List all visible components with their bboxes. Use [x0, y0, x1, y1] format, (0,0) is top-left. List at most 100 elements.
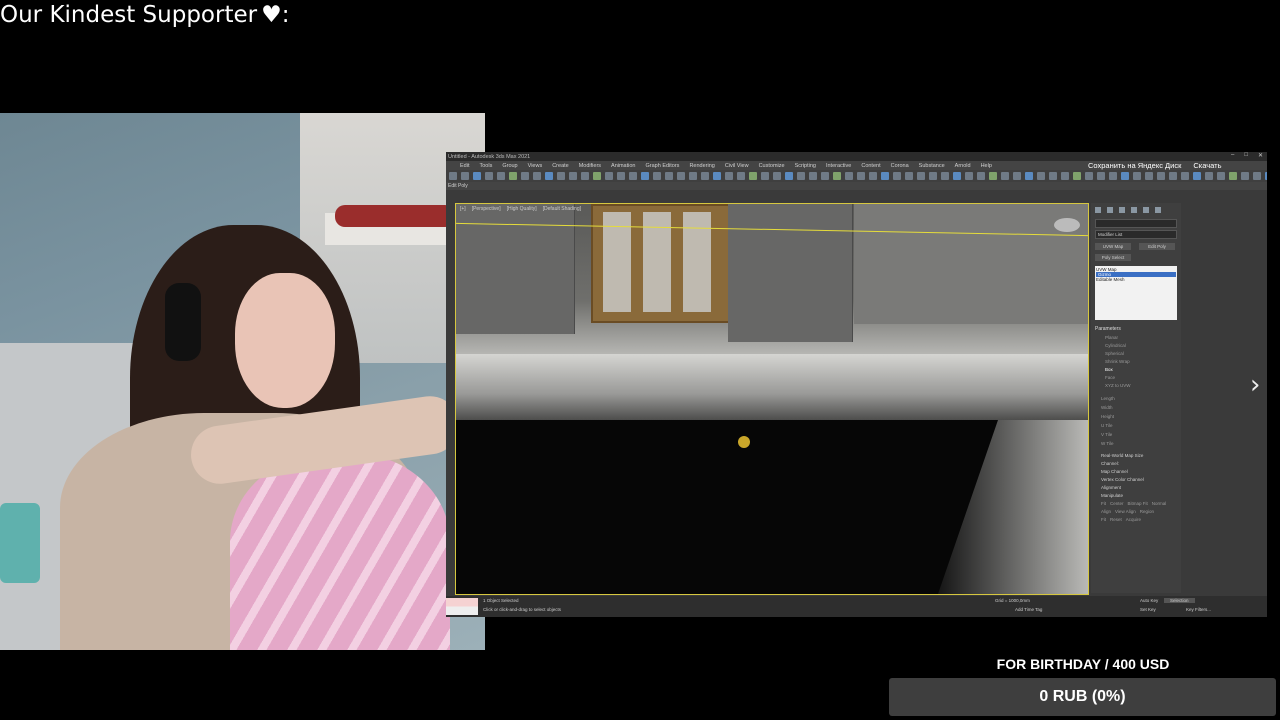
toolbar-tool-icon[interactable]	[989, 172, 997, 180]
toolbar-tool-icon[interactable]	[1241, 172, 1249, 180]
create-tab-icon[interactable]	[1095, 207, 1101, 213]
motion-tab-icon[interactable]	[1131, 207, 1137, 213]
toolbar-tool-icon[interactable]	[821, 172, 829, 180]
edit-poly-button[interactable]: Edit Poly	[1139, 243, 1175, 250]
display-tab-icon[interactable]	[1143, 207, 1149, 213]
menu-item-content[interactable]: Content	[861, 163, 880, 169]
toolbar-tool-icon[interactable]	[485, 172, 493, 180]
toolbar-tool-icon[interactable]	[1217, 172, 1225, 180]
toolbar-tool-icon[interactable]	[1145, 172, 1153, 180]
menu-item-create[interactable]: Create	[552, 163, 569, 169]
toolbar-tool-icon[interactable]	[857, 172, 865, 180]
toolbar-tool-icon[interactable]	[1037, 172, 1045, 180]
mapping-radio[interactable]: Shrink Wrap	[1105, 358, 1181, 366]
align-button[interactable]: Fit	[1101, 501, 1106, 506]
toolbar-tool-icon[interactable]	[905, 172, 913, 180]
toolbar-tool-icon[interactable]	[737, 172, 745, 180]
toolbar-tool-icon[interactable]	[1085, 172, 1093, 180]
viewport-quality-label[interactable]: [High Quality]	[507, 206, 537, 212]
menu-item-modifiers[interactable]: Modifiers	[579, 163, 601, 169]
param-control[interactable]: Alignment	[1101, 484, 1181, 492]
toolbar-tool-icon[interactable]	[593, 172, 601, 180]
toolbar-tool-icon[interactable]	[1097, 172, 1105, 180]
toolbar-tool-icon[interactable]	[569, 172, 577, 180]
toolbar-tool-icon[interactable]	[1061, 172, 1069, 180]
utilities-tab-icon[interactable]	[1155, 207, 1161, 213]
toolbar-tool-icon[interactable]	[713, 172, 721, 180]
menu-item-substance[interactable]: Substance	[919, 163, 945, 169]
param-control[interactable]: Vertex Color Channel	[1101, 476, 1181, 484]
toolbar-tool-icon[interactable]	[701, 172, 709, 180]
toolbar-tool-icon[interactable]	[977, 172, 985, 180]
toolbar-tool-icon[interactable]	[1109, 172, 1117, 180]
auto-key-button[interactable]: Auto Key	[1140, 598, 1158, 603]
toolbar-tool-icon[interactable]	[1157, 172, 1165, 180]
toolbar-tool-icon[interactable]	[629, 172, 637, 180]
menu-item-edit[interactable]: Edit	[460, 163, 469, 169]
viewcube-icon[interactable]	[1054, 218, 1080, 232]
key-filters-button[interactable]: Key Filters...	[1186, 607, 1211, 612]
toolbar-tool-icon[interactable]	[749, 172, 757, 180]
close-icon[interactable]: ✕	[1258, 152, 1263, 159]
menu-item-group[interactable]: Group	[502, 163, 517, 169]
toolbar-tool-icon[interactable]	[953, 172, 961, 180]
perspective-viewport[interactable]: [+] [Perspective] [High Quality] [Defaul…	[455, 203, 1089, 595]
align-button[interactable]: Acquire	[1126, 517, 1141, 522]
stack-item[interactable]: Editable Mesh	[1096, 277, 1176, 282]
toolbar-tool-icon[interactable]	[845, 172, 853, 180]
toolbar-tool-icon[interactable]	[917, 172, 925, 180]
toolbar-tool-icon[interactable]	[605, 172, 613, 180]
chevron-right-icon[interactable]: ›	[1250, 370, 1260, 400]
param-field[interactable]: Width	[1101, 403, 1181, 412]
menu-item-animation[interactable]: Animation	[611, 163, 635, 169]
toolbar-tool-icon[interactable]	[653, 172, 661, 180]
toolbar-tool-icon[interactable]	[521, 172, 529, 180]
toolbar-tool-icon[interactable]	[473, 172, 481, 180]
toolbar-tool-icon[interactable]	[725, 172, 733, 180]
toolbar-tool-icon[interactable]	[1265, 172, 1267, 180]
toolbar-tool-icon[interactable]	[1121, 172, 1129, 180]
toolbar-tool-icon[interactable]	[1229, 172, 1237, 180]
toolbar-tool-icon[interactable]	[617, 172, 625, 180]
mapping-radio[interactable]: Planar	[1105, 334, 1181, 342]
menu-item-interactive[interactable]: Interactive	[826, 163, 851, 169]
poly-select-button[interactable]: Poly Select	[1095, 254, 1131, 261]
viewport-view-label[interactable]: [Perspective]	[472, 206, 501, 212]
modifier-list-dropdown[interactable]: Modifier List	[1095, 230, 1177, 239]
menu-item-help[interactable]: Help	[981, 163, 992, 169]
maximize-icon[interactable]: □	[1244, 152, 1248, 159]
menu-item-tools[interactable]: Tools	[479, 163, 492, 169]
minimize-icon[interactable]: –	[1231, 152, 1234, 159]
toolbar-tool-icon[interactable]	[1205, 172, 1213, 180]
yandex-download-link[interactable]: Скачать	[1193, 161, 1221, 170]
align-button[interactable]: View Align	[1115, 509, 1136, 514]
toolbar-tool-icon[interactable]	[833, 172, 841, 180]
param-field[interactable]: V Tile	[1101, 430, 1181, 439]
toolbar-tool-icon[interactable]	[509, 172, 517, 180]
menu-item-civil-view[interactable]: Civil View	[725, 163, 749, 169]
toolbar-tool-icon[interactable]	[557, 172, 565, 180]
toolbar-tool-icon[interactable]	[929, 172, 937, 180]
param-field[interactable]: Length	[1101, 394, 1181, 403]
toolbar-tool-icon[interactable]	[785, 172, 793, 180]
toolbar-tool-icon[interactable]	[581, 172, 589, 180]
uvw-map-button[interactable]: UVW Map	[1095, 243, 1131, 250]
toolbar-tool-icon[interactable]	[533, 172, 541, 180]
menu-item-arnold[interactable]: Arnold	[955, 163, 971, 169]
object-name-field[interactable]	[1095, 219, 1177, 228]
toolbar-tool-icon[interactable]	[941, 172, 949, 180]
mapping-radio[interactable]: Cylindrical	[1105, 342, 1181, 350]
mapping-radio[interactable]: XYZ to UVW	[1105, 382, 1181, 390]
toolbar-tool-icon[interactable]	[893, 172, 901, 180]
toolbar-tool-icon[interactable]	[1193, 172, 1201, 180]
toolbar-tool-icon[interactable]	[641, 172, 649, 180]
menu-item-corona[interactable]: Corona	[891, 163, 909, 169]
toolbar-tool-icon[interactable]	[689, 172, 697, 180]
toolbar-tool-icon[interactable]	[773, 172, 781, 180]
toolbar-tool-icon[interactable]	[1133, 172, 1141, 180]
toolbar-tool-icon[interactable]	[881, 172, 889, 180]
toolbar-tool-icon[interactable]	[797, 172, 805, 180]
align-button[interactable]: Bitmap Fit	[1128, 501, 1148, 506]
toolbar-tool-icon[interactable]	[1013, 172, 1021, 180]
parameters-rollout[interactable]: Parameters	[1095, 326, 1177, 332]
